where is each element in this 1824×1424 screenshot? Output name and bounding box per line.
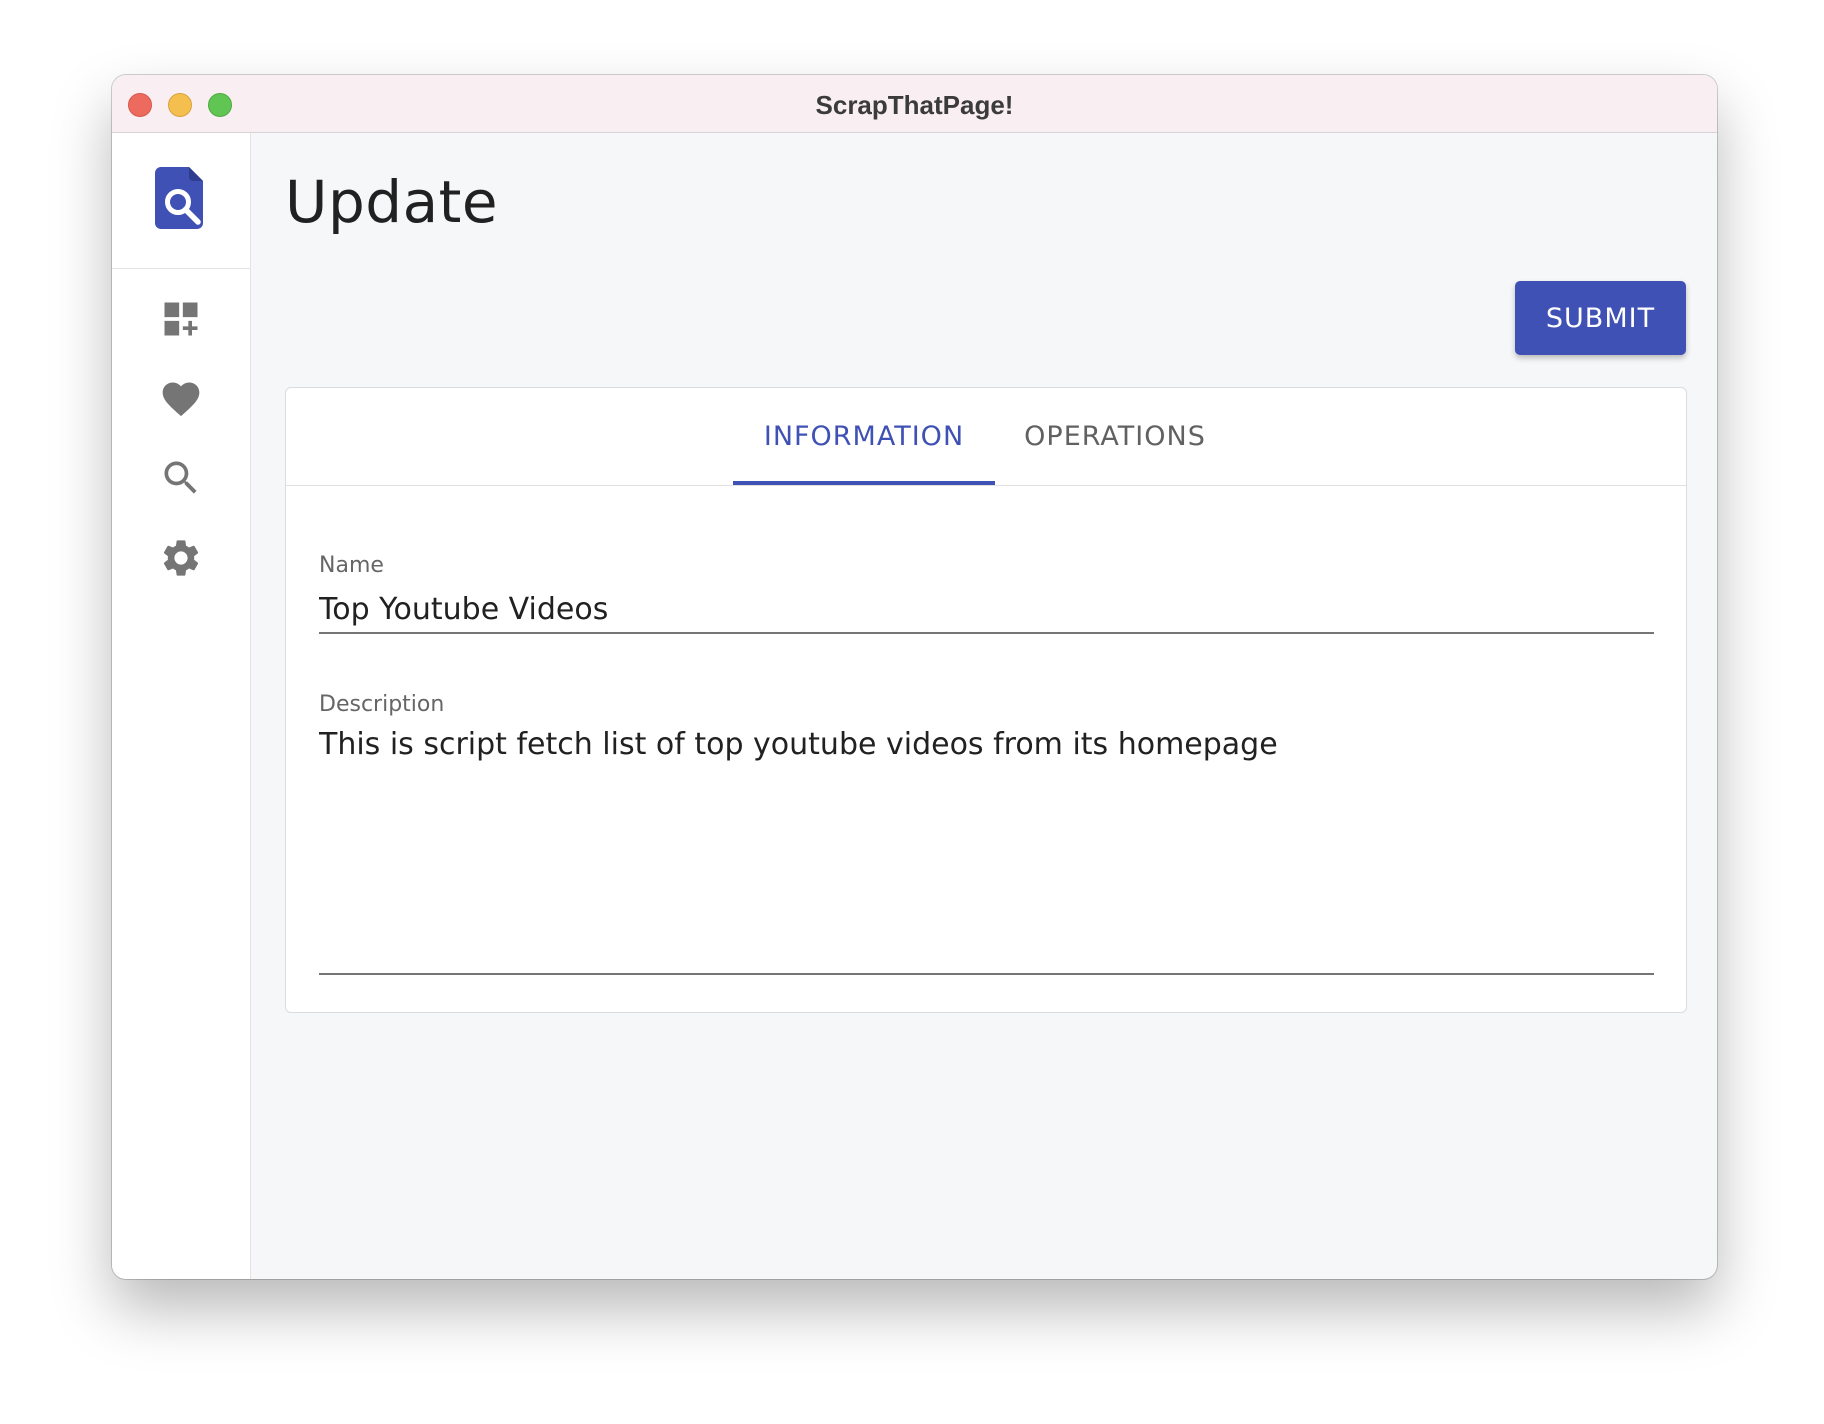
name-label: Name: [319, 553, 384, 578]
submit-button[interactable]: SUBMIT: [1515, 281, 1686, 355]
page-title: Update: [285, 168, 499, 236]
window-title: ScrapThatPage!: [815, 90, 1014, 120]
name-field[interactable]: [319, 586, 1654, 634]
document-search-icon: [155, 167, 203, 229]
form-card: INFORMATION OPERATIONS Name Description …: [285, 387, 1687, 1013]
sidebar: [112, 133, 251, 1279]
app-logo[interactable]: [112, 133, 250, 269]
app-window: ScrapThatPage! Update SUBMIT INFORMATION: [112, 75, 1717, 1279]
tab-information[interactable]: INFORMATION: [733, 388, 995, 485]
title-bar: ScrapThatPage!: [112, 75, 1717, 133]
description-field[interactable]: This is script fetch list of top youtube…: [319, 725, 1654, 975]
dashboard-add-icon[interactable]: [159, 297, 203, 341]
tab-bar: INFORMATION OPERATIONS: [286, 388, 1686, 486]
heart-icon[interactable]: [159, 377, 203, 421]
search-icon[interactable]: [159, 456, 203, 500]
description-label: Description: [319, 692, 445, 717]
gear-icon[interactable]: [159, 536, 203, 580]
tab-operations[interactable]: OPERATIONS: [995, 388, 1235, 485]
